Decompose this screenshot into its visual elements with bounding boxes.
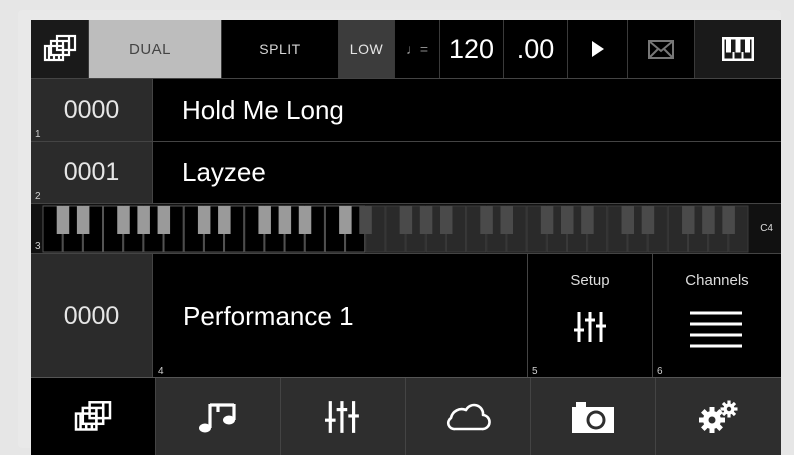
keyboard-index: 3	[35, 241, 41, 252]
black-key[interactable]	[581, 206, 594, 234]
part-name-2[interactable]: Layzee	[153, 142, 781, 203]
tempo-fraction: .00	[516, 33, 555, 64]
keyboard-graphic[interactable]	[31, 204, 781, 254]
part-index: 1	[35, 129, 41, 140]
top-toolbar: DUAL SPLIT LOW ♩= 120 .00	[31, 20, 781, 78]
black-key[interactable]	[439, 206, 453, 234]
black-key[interactable]	[621, 206, 635, 234]
octave-label: C4	[760, 223, 773, 234]
setup-button[interactable]: Setup 5	[528, 254, 653, 378]
keyboard-stack-icon	[43, 34, 77, 64]
part-name-value: Layzee	[182, 157, 266, 187]
channels-button[interactable]: Channels 6	[653, 254, 781, 378]
keyboard-stack-icon	[73, 400, 113, 434]
split-label: SPLIT	[259, 41, 301, 57]
channels-label: Channels	[685, 272, 749, 289]
device-frame: DUAL SPLIT LOW ♩= 120 .00 0000 1 Hold Me…	[18, 10, 781, 455]
black-key[interactable]	[339, 206, 352, 234]
quarter-note-icon: ♩=	[405, 41, 429, 57]
setup-index: 5	[532, 366, 538, 377]
setup-label: Setup	[570, 272, 610, 289]
tempo-integer: 120	[448, 33, 495, 64]
play-button[interactable]	[568, 20, 628, 78]
black-key[interactable]	[258, 206, 271, 234]
black-key[interactable]	[399, 206, 413, 234]
nav-settings-button[interactable]	[656, 378, 781, 455]
piano-keys-icon	[721, 36, 755, 62]
mixer-sliders-icon	[574, 310, 608, 344]
low-label: LOW	[349, 41, 384, 57]
piano-view-button[interactable]	[695, 20, 781, 78]
low-button[interactable]: LOW	[339, 20, 395, 78]
camera-icon	[570, 400, 616, 434]
keyboard-mode-button[interactable]	[31, 20, 89, 78]
part-name-value: Hold Me Long	[182, 94, 344, 125]
synth-screen: DUAL SPLIT LOW ♩= 120 .00 0000 1 Hold Me…	[31, 20, 781, 455]
performance-number-value: 0000	[63, 301, 120, 330]
black-key[interactable]	[197, 206, 211, 234]
black-key[interactable]	[561, 206, 574, 234]
dual-button[interactable]: DUAL	[89, 20, 222, 78]
black-key[interactable]	[117, 206, 130, 234]
performance-index: 4	[158, 366, 164, 377]
black-key[interactable]	[702, 206, 715, 234]
music-notes-icon	[198, 400, 238, 434]
part-number-value: 0001	[63, 158, 120, 186]
part-index: 2	[35, 191, 41, 202]
cloud-icon	[445, 402, 491, 432]
black-key[interactable]	[157, 206, 171, 234]
black-key[interactable]	[218, 206, 231, 234]
tempo-integer-field[interactable]: 120	[440, 20, 504, 78]
dual-label: DUAL	[129, 40, 172, 58]
play-icon	[591, 40, 605, 58]
black-key[interactable]	[56, 206, 70, 234]
part-number-1[interactable]: 0000 1	[31, 79, 153, 141]
performance-number[interactable]: 0000	[31, 254, 153, 378]
gears-icon	[697, 400, 741, 434]
mail-icon	[648, 39, 674, 59]
black-key[interactable]	[500, 206, 513, 234]
part-number-value: 0000	[63, 95, 120, 124]
black-key[interactable]	[641, 206, 655, 234]
performance-name[interactable]: Performance 1 4	[153, 254, 528, 378]
black-key[interactable]	[722, 206, 735, 234]
mixer-sliders-icon	[325, 399, 361, 435]
bottom-nav	[31, 377, 781, 455]
split-button[interactable]: SPLIT	[222, 20, 339, 78]
tempo-label: ♩=	[395, 20, 440, 78]
part-number-2[interactable]: 0001 2	[31, 142, 153, 203]
tempo-fraction-field[interactable]: .00	[504, 20, 568, 78]
nav-camera-button[interactable]	[531, 378, 656, 455]
part-row-1[interactable]: 0000 1 Hold Me Long	[31, 78, 781, 141]
black-key[interactable]	[540, 206, 554, 234]
black-key[interactable]	[298, 206, 312, 234]
black-key[interactable]	[359, 206, 372, 234]
channels-index: 6	[657, 366, 663, 377]
performance-name-value: Performance 1	[183, 300, 354, 331]
black-key[interactable]	[480, 206, 493, 234]
part-row-2[interactable]: 0001 2 Layzee	[31, 141, 781, 203]
nav-mixer-button[interactable]	[281, 378, 406, 455]
mail-button[interactable]	[628, 20, 695, 78]
black-key[interactable]	[682, 206, 695, 234]
split-keyboard[interactable]: 3 C4	[31, 203, 781, 254]
black-key[interactable]	[137, 206, 150, 234]
list-lines-icon	[690, 310, 742, 352]
black-key[interactable]	[76, 206, 90, 234]
nav-cloud-button[interactable]	[406, 378, 531, 455]
black-key[interactable]	[419, 206, 433, 234]
nav-keyboard-button[interactable]	[31, 378, 156, 455]
black-key[interactable]	[278, 206, 292, 234]
nav-music-button[interactable]	[156, 378, 281, 455]
part-name-1[interactable]: Hold Me Long	[153, 79, 781, 141]
performance-section: 0000 Performance 1 4 Setup 5 Channels 6	[31, 253, 781, 378]
